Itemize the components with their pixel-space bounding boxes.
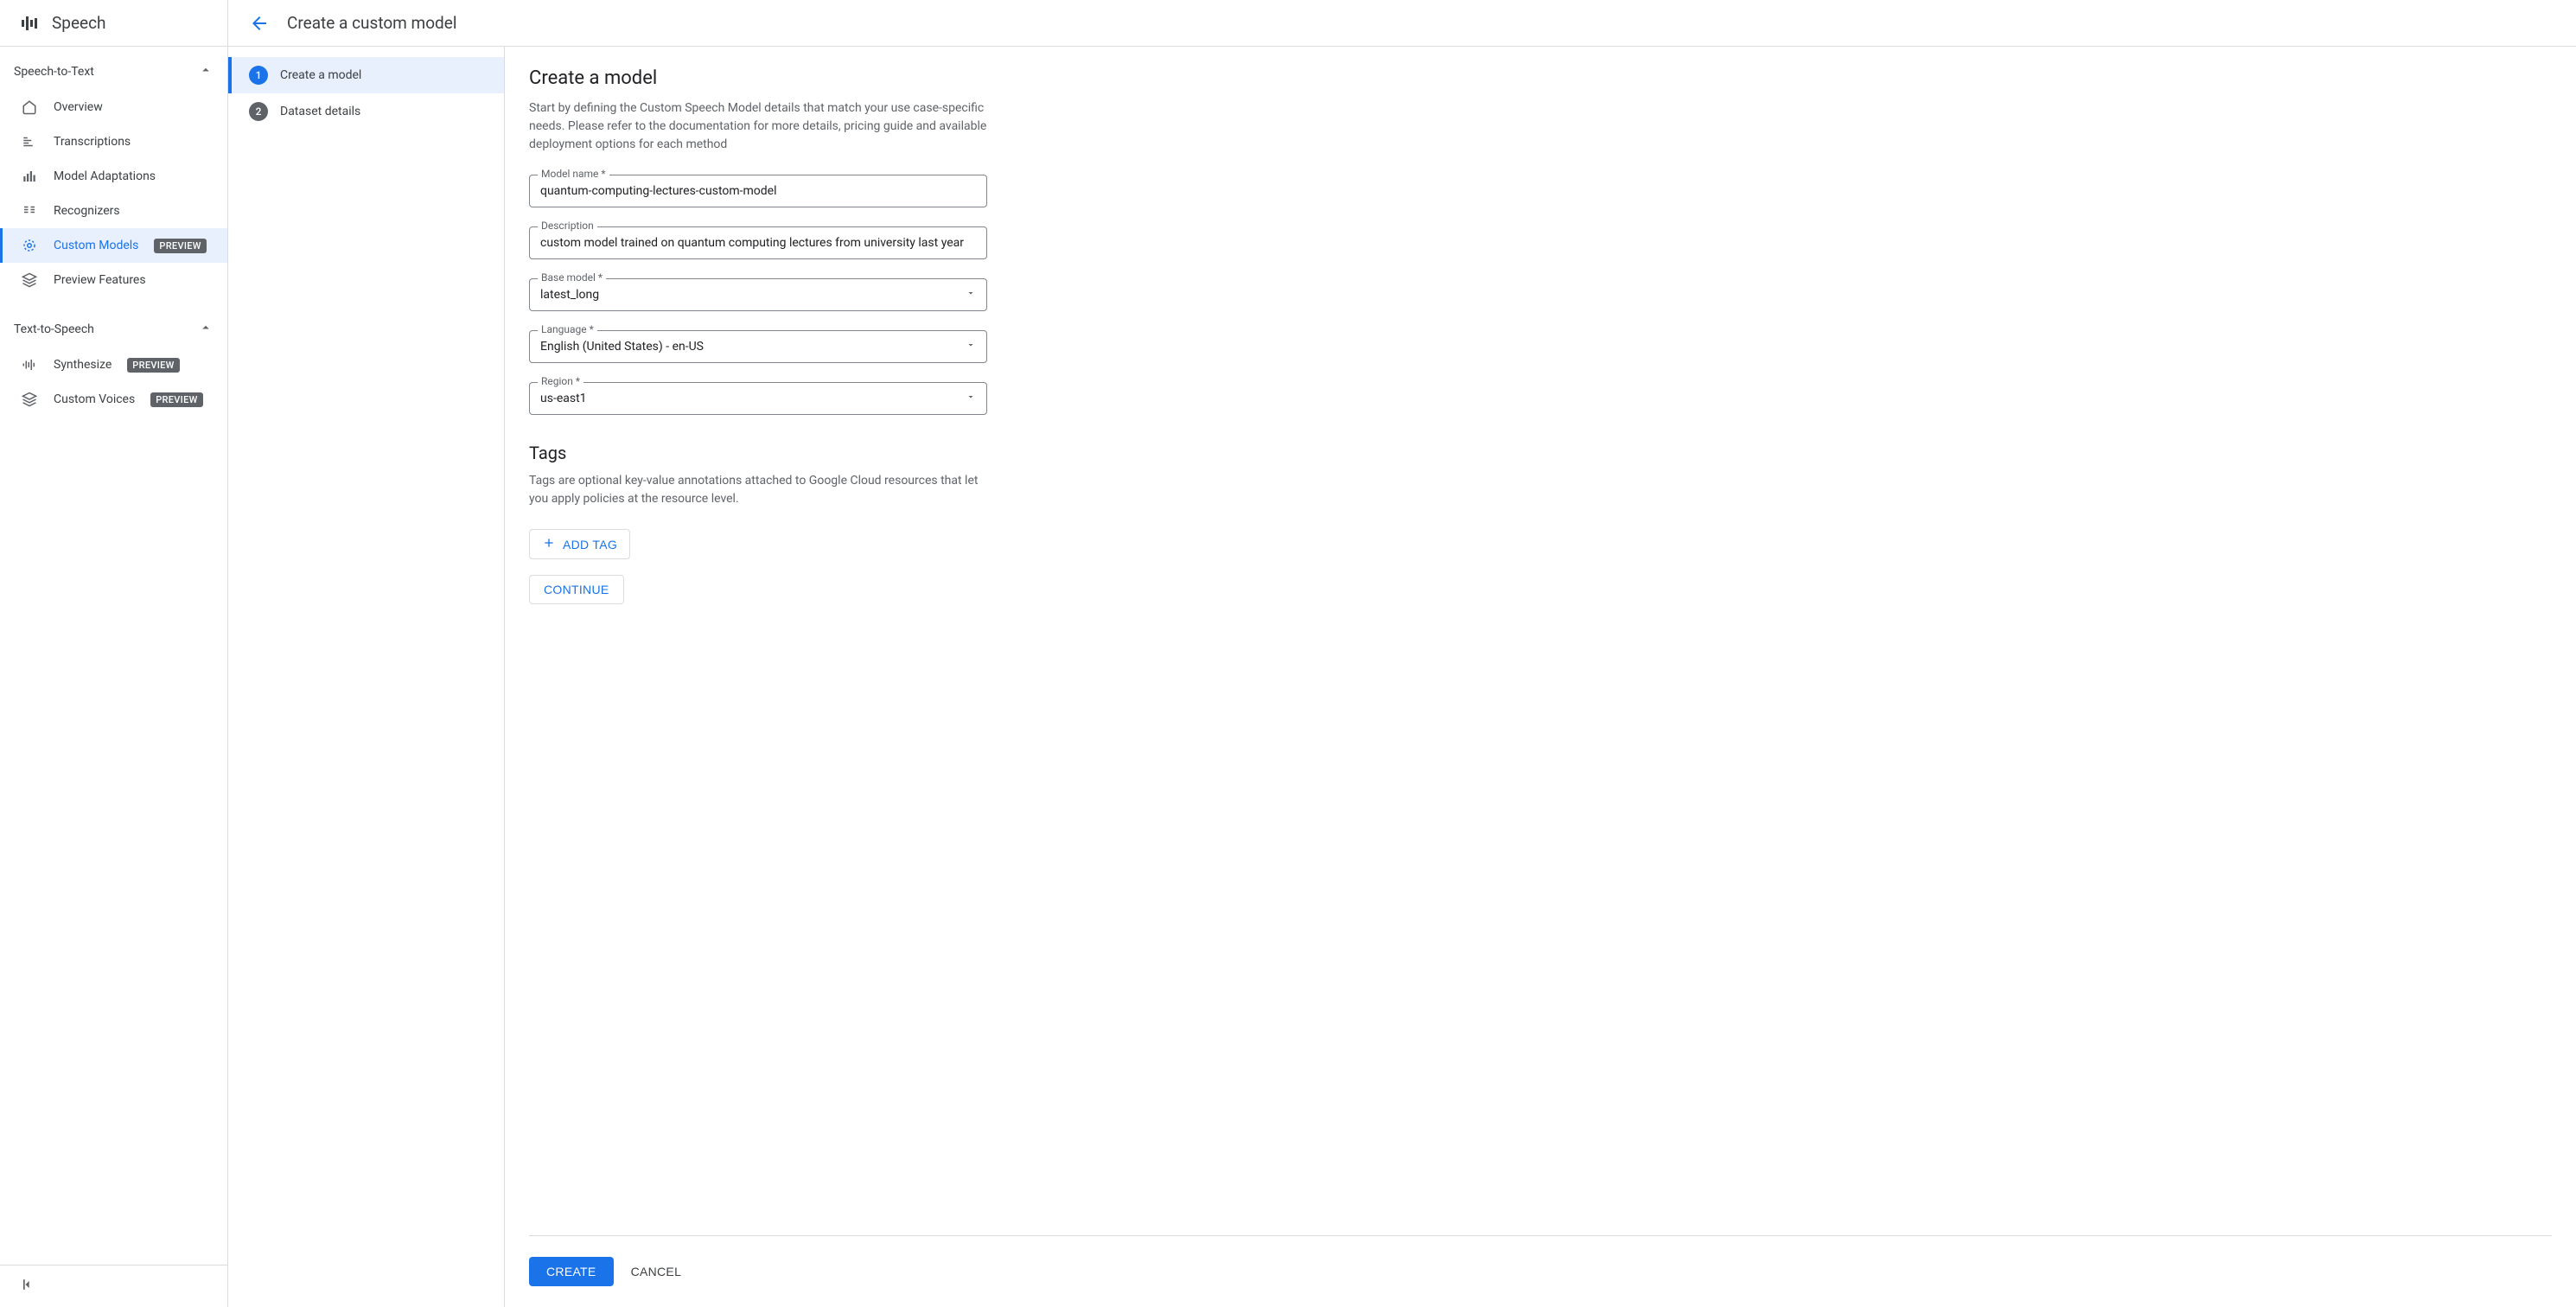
chevron-up-icon xyxy=(198,320,214,339)
section-header-tts[interactable]: Text-to-Speech xyxy=(0,311,227,347)
field-label: Base model * xyxy=(538,271,606,284)
main-body: 1 Create a model 2 Dataset details Creat… xyxy=(228,47,2576,1307)
step-create-model[interactable]: 1 Create a model xyxy=(228,57,504,93)
field-language: Language * English (United States) - en-… xyxy=(529,330,987,363)
custom-models-icon xyxy=(21,237,38,254)
footer-actions: CREATE CANCEL xyxy=(529,1235,2552,1286)
select-value: us-east1 xyxy=(540,392,587,405)
step-number: 2 xyxy=(249,102,268,121)
plus-icon xyxy=(542,536,556,552)
preview-badge: PREVIEW xyxy=(154,239,206,253)
region-select[interactable]: us-east1 xyxy=(529,382,987,415)
field-label: Language * xyxy=(538,323,597,335)
cancel-button[interactable]: CANCEL xyxy=(631,1265,682,1278)
recognizers-icon xyxy=(21,202,38,220)
sidebar-item-recognizers[interactable]: Recognizers xyxy=(0,194,227,228)
speech-logo-icon xyxy=(19,13,40,34)
form-heading: Create a model xyxy=(529,67,2552,89)
section-title: Text-to-Speech xyxy=(14,322,94,336)
form-content: Create a model Start by defining the Cus… xyxy=(505,47,2576,1307)
adaptations-icon xyxy=(21,168,38,185)
sidebar-footer xyxy=(0,1265,227,1307)
dropdown-arrow-icon xyxy=(966,340,976,354)
sidebar-item-synthesize[interactable]: Synthesize PREVIEW xyxy=(0,347,227,382)
step-label: Dataset details xyxy=(280,105,360,118)
dropdown-arrow-icon xyxy=(966,392,976,405)
language-select[interactable]: English (United States) - en-US xyxy=(529,330,987,363)
main: Create a custom model 1 Create a model 2… xyxy=(228,0,2576,1307)
button-label: ADD TAG xyxy=(563,538,617,551)
field-base-model: Base model * latest_long xyxy=(529,278,987,311)
add-tag-button[interactable]: ADD TAG xyxy=(529,529,630,559)
sidebar-item-preview-features[interactable]: Preview Features xyxy=(0,263,227,297)
product-title: Speech xyxy=(52,13,106,33)
sidebar-item-label: Custom Models xyxy=(54,239,138,252)
form-description: Start by defining the Custom Speech Mode… xyxy=(529,99,987,154)
sidebar-item-label: Custom Voices xyxy=(54,392,135,406)
sidebar-item-custom-models[interactable]: Custom Models PREVIEW xyxy=(0,228,227,263)
sidebar-item-custom-voices[interactable]: Custom Voices PREVIEW xyxy=(0,382,227,417)
sidebar-item-transcriptions[interactable]: Transcriptions xyxy=(0,124,227,159)
preview-badge: PREVIEW xyxy=(127,358,179,373)
layers-icon xyxy=(21,391,38,408)
sidebar-section-stt: Speech-to-Text Overview Transcriptions xyxy=(0,47,227,304)
sidebar-item-label: Recognizers xyxy=(54,204,120,218)
step-dataset-details[interactable]: 2 Dataset details xyxy=(228,93,504,130)
sidebar-item-model-adaptations[interactable]: Model Adaptations xyxy=(0,159,227,194)
field-description: Description xyxy=(529,226,987,259)
step-number: 1 xyxy=(249,66,268,85)
home-icon xyxy=(21,99,38,116)
collapse-sidebar-button[interactable] xyxy=(19,1283,36,1297)
back-button[interactable] xyxy=(249,13,270,34)
section-header-stt[interactable]: Speech-to-Text xyxy=(0,54,227,90)
sidebar-section-tts: Text-to-Speech Synthesize PREVIEW Custom… xyxy=(0,304,227,424)
chevron-up-icon xyxy=(198,62,214,81)
tags-heading: Tags xyxy=(529,443,2552,463)
step-label: Create a model xyxy=(280,68,361,82)
field-label: Model name * xyxy=(538,168,609,180)
layers-icon xyxy=(21,271,38,289)
sidebar-item-label: Model Adaptations xyxy=(54,169,156,183)
select-value: English (United States) - en-US xyxy=(540,340,704,354)
sidebar-item-label: Preview Features xyxy=(54,273,146,287)
synthesize-icon xyxy=(21,356,38,373)
sidebar: Speech Speech-to-Text Overview Transcr xyxy=(0,0,228,1307)
field-region: Region * us-east1 xyxy=(529,382,987,415)
field-label: Region * xyxy=(538,375,583,387)
sidebar-item-label: Transcriptions xyxy=(54,135,131,149)
create-button[interactable]: CREATE xyxy=(529,1257,614,1286)
page-title: Create a custom model xyxy=(287,13,456,33)
field-label: Description xyxy=(538,220,597,232)
preview-badge: PREVIEW xyxy=(150,392,202,407)
transcriptions-icon xyxy=(21,133,38,150)
sidebar-item-label: Overview xyxy=(54,100,103,114)
field-model-name: Model name * xyxy=(529,175,987,207)
app-root: Speech Speech-to-Text Overview Transcr xyxy=(0,0,2576,1307)
section-title: Speech-to-Text xyxy=(14,65,94,79)
continue-button[interactable]: CONTINUE xyxy=(529,575,624,604)
sidebar-item-label: Synthesize xyxy=(54,358,112,372)
dropdown-arrow-icon xyxy=(966,288,976,302)
tags-description: Tags are optional key-value annotations … xyxy=(529,472,987,508)
sidebar-header: Speech xyxy=(0,0,227,47)
stepper-panel: 1 Create a model 2 Dataset details xyxy=(228,47,505,1307)
main-header: Create a custom model xyxy=(228,0,2576,47)
description-input[interactable] xyxy=(529,226,987,259)
sidebar-item-overview[interactable]: Overview xyxy=(0,90,227,124)
select-value: latest_long xyxy=(540,288,599,302)
